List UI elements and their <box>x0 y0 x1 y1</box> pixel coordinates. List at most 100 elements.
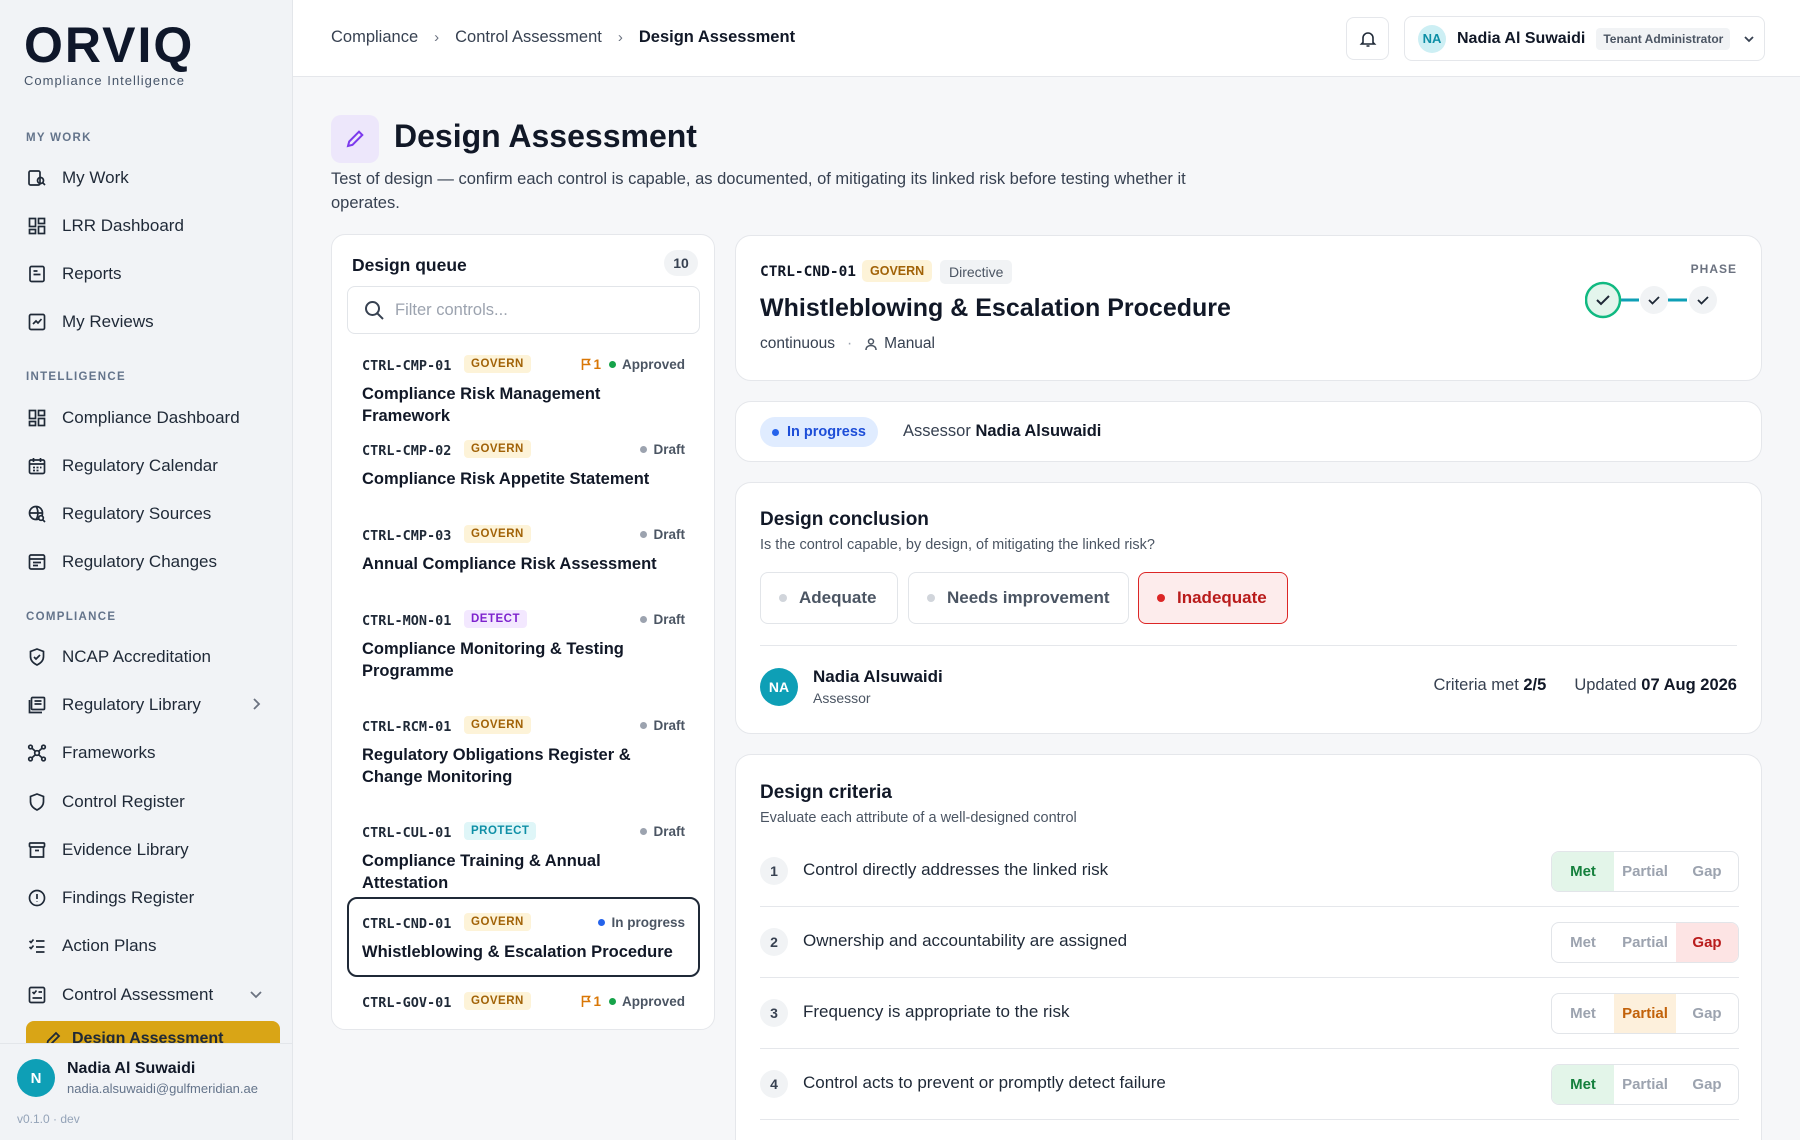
flag-count: 1 <box>580 357 601 372</box>
control-code: CTRL-CMP-02 <box>362 443 452 459</box>
sidebar-item-regulatory-changes[interactable]: Regulatory Changes <box>18 542 276 582</box>
status-badge: 1 Approved <box>580 357 685 372</box>
sidebar-item-control-register[interactable]: Control Register <box>18 782 276 822</box>
sidebar-item-my-reviews[interactable]: My Reviews <box>18 302 276 342</box>
queue-item[interactable]: CTRL-RCM-01 GOVERN Draft Regulatory Obli… <box>347 704 700 810</box>
status-badge: Draft <box>640 527 685 542</box>
avatar: NA <box>760 668 798 706</box>
sidebar-item-evidence-library[interactable]: Evidence Library <box>18 830 276 870</box>
control-code: CTRL-GOV-01 <box>362 995 452 1011</box>
breadcrumb-item[interactable]: Control Assessment <box>455 28 602 47</box>
sidebar-item-action-plans[interactable]: Action Plans <box>18 926 276 966</box>
status-badge: Draft <box>640 824 685 839</box>
changes-icon <box>26 551 48 573</box>
control-name: Compliance Monitoring & Testing Programm… <box>362 640 624 680</box>
adequate-option[interactable]: Adequate <box>760 572 898 624</box>
section-my-work: MY WORK <box>26 132 92 144</box>
section-compliance: COMPLIANCE <box>26 611 117 623</box>
globe-search-icon <box>26 503 48 525</box>
partial-option[interactable]: Partial <box>1614 1065 1676 1104</box>
status-dot <box>640 828 648 835</box>
sidebar-item-control-assessment[interactable]: Control Assessment <box>18 975 276 1015</box>
met-option[interactable]: Met <box>1552 994 1614 1033</box>
control-meta: continuous · Manual <box>760 335 935 353</box>
criteria-row: 4 Control acts to prevent or promptly de… <box>760 1049 1739 1120</box>
queue-count-badge: 10 <box>664 250 698 276</box>
sidebar-item-my-work[interactable]: My Work <box>18 158 276 198</box>
frequency-label: continuous <box>760 335 835 352</box>
queue-item[interactable]: CTRL-CUL-01 PROTECT Draft Compliance Tra… <box>347 810 700 894</box>
sidebar-user[interactable]: N Nadia Al Suwaidi nadia.alsuwaidi@gulfm… <box>0 1043 292 1140</box>
sidebar-item-regulatory-library[interactable]: Regulatory Library <box>18 685 276 725</box>
sidebar-item-compliance-dashboard[interactable]: Compliance Dashboard <box>18 398 276 438</box>
criteria-row: 1 Control directly addresses the linked … <box>760 836 1739 907</box>
notifications-button[interactable] <box>1346 17 1389 60</box>
criteria-number: 4 <box>760 1070 788 1098</box>
met-option[interactable]: Met <box>1552 1065 1614 1104</box>
status-badge: In progress <box>598 915 685 930</box>
gap-option[interactable]: Gap <box>1676 852 1738 891</box>
category-tag: GOVERN <box>464 716 531 734</box>
filter-input[interactable] <box>395 300 675 320</box>
sidebar-item-label: My Work <box>62 168 129 187</box>
queue-item[interactable]: CTRL-CMP-03 GOVERN Draft Annual Complian… <box>347 513 700 597</box>
dashboard-grid-icon <box>26 215 48 237</box>
alert-circle-icon <box>26 887 48 909</box>
phase-step-2[interactable] <box>1640 286 1668 314</box>
role-badge: Tenant Administrator <box>1596 27 1731 50</box>
checklist-icon <box>26 935 48 957</box>
filter-field[interactable] <box>347 286 700 334</box>
phase-step-3[interactable] <box>1689 286 1717 314</box>
chevron-down-icon[interactable] <box>248 986 264 1002</box>
sidebar-item-regulatory-sources[interactable]: Regulatory Sources <box>18 494 276 534</box>
chevron-down-icon <box>1742 32 1756 46</box>
user-name: Nadia Al Suwaidi <box>1457 29 1586 47</box>
avatar: N <box>17 1059 55 1097</box>
sidebar-item-label: Control Register <box>62 792 185 811</box>
partial-option[interactable]: Partial <box>1614 852 1676 891</box>
sidebar-item-label: Findings Register <box>62 888 195 907</box>
category-tag: GOVERN <box>862 260 933 282</box>
status-dot <box>598 919 606 926</box>
chevron-right-icon[interactable] <box>248 696 264 712</box>
user-email: nadia.alsuwaidi@gulfmeridian.ae <box>67 1081 258 1096</box>
execution-label: Manual <box>884 335 935 352</box>
partial-option[interactable]: Partial <box>1614 994 1676 1033</box>
sidebar-item-label: Evidence Library <box>62 840 189 859</box>
sidebar-item-frameworks[interactable]: Frameworks <box>18 733 276 773</box>
section-intelligence: INTELLIGENCE <box>26 371 126 383</box>
sidebar-item-ncap-accreditation[interactable]: NCAP Accreditation <box>18 637 276 677</box>
pencil-icon <box>331 115 379 163</box>
breadcrumb-item[interactable]: Compliance <box>331 28 418 47</box>
met-option[interactable]: Met <box>1552 852 1614 891</box>
user-menu[interactable]: NA Nadia Al Suwaidi Tenant Administrator <box>1404 16 1765 61</box>
flag-icon <box>580 995 593 1008</box>
status-dot <box>640 446 648 453</box>
queue-item[interactable]: CTRL-CMP-02 GOVERN Draft Compliance Risk… <box>347 428 700 512</box>
queue-item[interactable]: CTRL-MON-01 DETECT Draft Compliance Moni… <box>347 598 700 704</box>
search-icon <box>363 299 385 321</box>
queue-item[interactable]: CTRL-GOV-01 GOVERN 1 Approved <box>347 980 700 1029</box>
sidebar-item-reports[interactable]: Reports <box>18 254 276 294</box>
queue-item-selected[interactable]: CTRL-CND-01 GOVERN In progress Whistlebl… <box>347 897 700 977</box>
gap-option[interactable]: Gap <box>1676 994 1738 1033</box>
sidebar-item-findings-register[interactable]: Findings Register <box>18 878 276 918</box>
gap-option[interactable]: Gap <box>1676 923 1738 962</box>
sidebar-item-regulatory-calendar[interactable]: Regulatory Calendar <box>18 446 276 486</box>
met-option[interactable]: Met <box>1552 923 1614 962</box>
brand-logo[interactable]: ORVIQ <box>24 20 194 70</box>
criteria-text: Control acts to prevent or promptly dete… <box>803 1073 1166 1092</box>
criteria-text: Control directly addresses the linked ri… <box>803 860 1109 879</box>
inadequate-option[interactable]: Inadequate <box>1138 572 1288 624</box>
partial-option[interactable]: Partial <box>1614 923 1676 962</box>
gap-option[interactable]: Gap <box>1676 1065 1738 1104</box>
phase-step-1[interactable] <box>1585 281 1622 319</box>
breadcrumb: Compliance › Control Assessment › Design… <box>331 28 795 47</box>
person-icon <box>864 337 878 351</box>
shield-check-icon <box>26 646 48 668</box>
queue-item[interactable]: CTRL-CMP-01 GOVERN 1 Approved Compliance… <box>347 343 700 427</box>
criteria-number: 3 <box>760 999 788 1027</box>
sidebar-item-lrr-dashboard[interactable]: LRR Dashboard <box>18 206 276 246</box>
design-conclusion-card: Design conclusion Is the control capable… <box>735 482 1762 734</box>
needs-improvement-option[interactable]: Needs improvement <box>908 572 1129 624</box>
